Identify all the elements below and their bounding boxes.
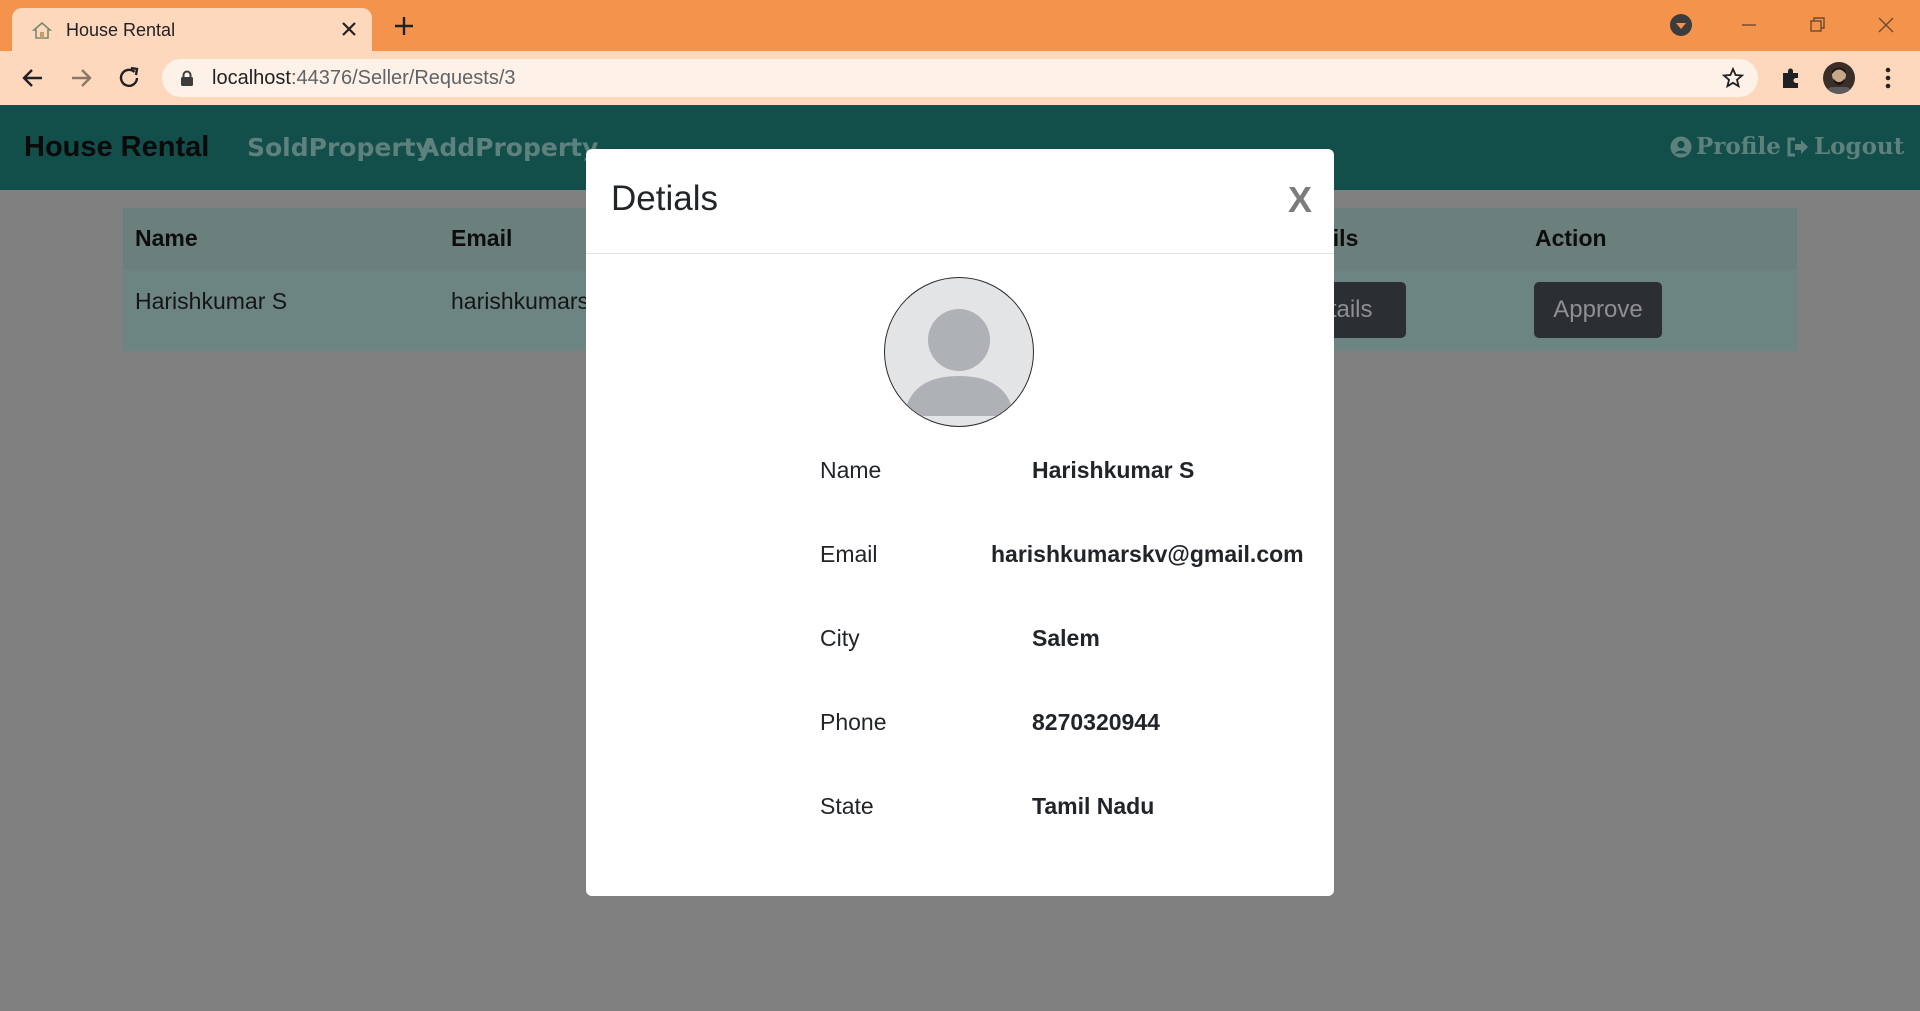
user-circle-icon (1670, 136, 1692, 157)
lock-icon[interactable] (180, 70, 194, 86)
minimize-icon[interactable] (1736, 12, 1762, 38)
nav-link-logout[interactable]: Logout (1786, 133, 1904, 160)
field-label-phone: Phone (820, 709, 887, 735)
tab-close-icon[interactable] (340, 20, 358, 38)
column-header-action: Action (1535, 225, 1607, 251)
house-favicon-icon (32, 21, 52, 39)
nav-link-sold-property[interactable]: SoldProperty (247, 133, 432, 162)
reload-icon[interactable] (116, 65, 142, 91)
window-close-icon[interactable] (1873, 12, 1899, 38)
back-icon[interactable] (20, 65, 46, 91)
field-value-email: harishkumarskv@gmail.com (991, 541, 1304, 567)
tab-search-icon[interactable] (1668, 12, 1694, 38)
modal-title: Detials (611, 179, 718, 218)
extensions-puzzle-icon[interactable] (1777, 64, 1805, 92)
row-name-cell: Harishkumar S (135, 288, 288, 314)
modal-close-button[interactable]: X (1288, 179, 1312, 221)
browser-profile-avatar[interactable] (1823, 62, 1855, 94)
field-value-phone: 8270320944 (1032, 709, 1160, 735)
bookmark-star-icon[interactable] (1722, 67, 1744, 89)
new-tab-icon[interactable] (392, 14, 416, 38)
url-text[interactable]: localhost:44376/Seller/Requests/3 (212, 67, 516, 90)
browser-tab-strip: House Rental (0, 0, 1920, 51)
nav-link-profile[interactable]: Profile (1670, 133, 1781, 160)
details-modal: Detials X Name Harishkumar S Email haris… (586, 149, 1334, 896)
field-label-name: Name (820, 457, 882, 483)
url-host: localhost (212, 67, 291, 89)
profile-photo-icon (1827, 67, 1851, 94)
logout-label: Logout (1814, 133, 1905, 160)
browser-tab[interactable]: House Rental (12, 8, 372, 51)
tab-title: House Rental (66, 20, 176, 40)
field-value-city: Salem (1032, 625, 1100, 651)
restore-icon[interactable] (1804, 12, 1830, 38)
nav-link-add-property[interactable]: AddProperty (420, 133, 598, 162)
profile-label: Profile (1696, 133, 1781, 160)
column-header-email: Email (451, 225, 513, 251)
browser-toolbar: localhost:44376/Seller/Requests/3 (0, 51, 1920, 105)
brand-logo[interactable]: House Rental (24, 131, 209, 164)
url-path: :44376/Seller/Requests/3 (290, 67, 516, 89)
column-header-name: Name (135, 225, 198, 251)
user-avatar-placeholder-icon (884, 277, 1034, 427)
field-label-email: Email (820, 541, 878, 567)
field-label-state: State (820, 793, 874, 819)
field-value-name: Harishkumar S (1032, 457, 1195, 483)
forward-icon[interactable] (68, 65, 94, 91)
approve-button[interactable]: Approve (1534, 282, 1662, 338)
field-label-city: City (820, 625, 860, 651)
row-email-cell: harishkumars (451, 288, 590, 314)
address-bar[interactable]: localhost:44376/Seller/Requests/3 (162, 59, 1758, 97)
field-value-state: Tamil Nadu (1032, 793, 1155, 819)
modal-header: Detials X (586, 149, 1334, 254)
browser-menu-icon[interactable] (1874, 64, 1902, 92)
sign-out-icon (1787, 137, 1808, 156)
